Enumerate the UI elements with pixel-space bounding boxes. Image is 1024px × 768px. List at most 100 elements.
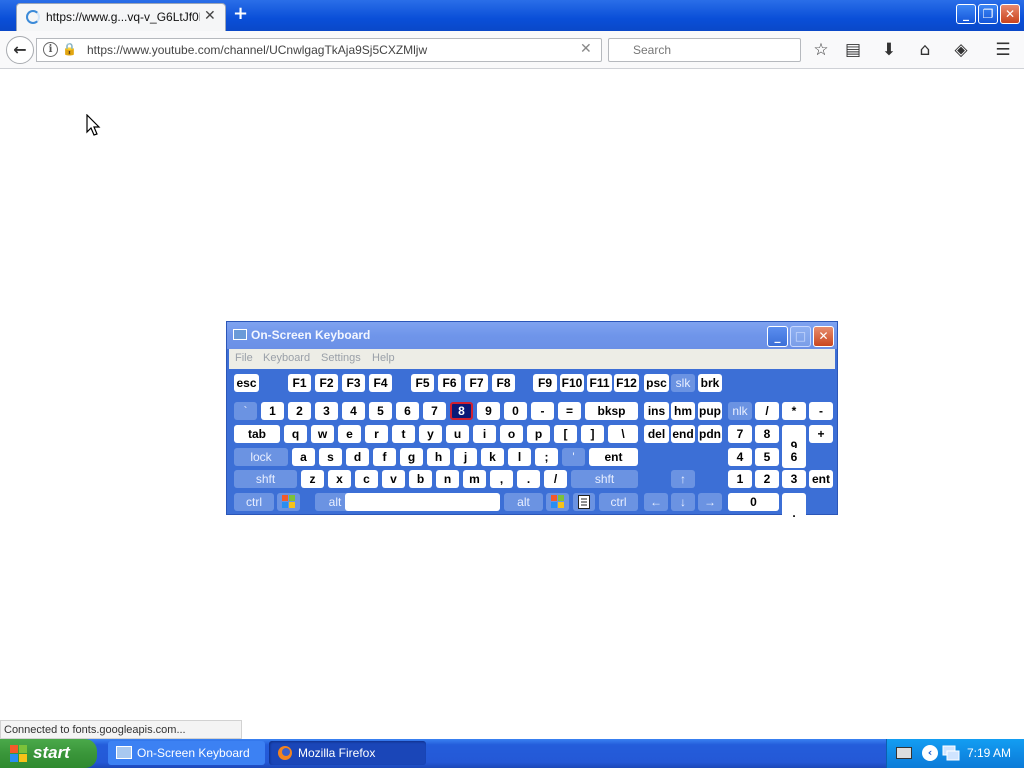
osk-key[interactable]: c — [355, 470, 378, 488]
osk-key[interactable]: * — [782, 402, 806, 420]
osk-key[interactable]: F12 — [614, 374, 639, 392]
show-hidden-icons-icon[interactable]: ‹ — [922, 745, 938, 761]
windows-key-icon[interactable] — [546, 493, 569, 511]
osk-key[interactable]: ↑ — [671, 470, 695, 488]
osk-key[interactable]: ctrl — [599, 493, 638, 511]
menu-settings[interactable]: Settings — [321, 352, 361, 364]
window-close-button[interactable]: ✕ — [1000, 4, 1020, 24]
osk-key[interactable]: m — [463, 470, 486, 488]
osk-key[interactable]: = — [558, 402, 581, 420]
osk-key[interactable]: d — [346, 448, 369, 466]
osk-key[interactable]: F2 — [315, 374, 338, 392]
osk-key[interactable]: 6 — [782, 448, 806, 466]
osk-key[interactable]: F4 — [369, 374, 392, 392]
osk-key[interactable]: \ — [608, 425, 638, 443]
network-icon[interactable] — [942, 745, 960, 761]
osk-key[interactable]: b — [409, 470, 432, 488]
menu-help[interactable]: Help — [372, 352, 395, 364]
osk-key[interactable]: l — [508, 448, 531, 466]
new-tab-button[interactable]: + — [233, 3, 248, 24]
window-minimize-button[interactable]: _ — [956, 4, 976, 24]
osk-key[interactable]: ent — [809, 470, 833, 488]
back-button[interactable]: ← — [6, 36, 34, 64]
osk-key[interactable]: F7 — [465, 374, 488, 392]
osk-key[interactable]: 7 — [423, 402, 446, 420]
osk-key[interactable]: 2 — [755, 470, 779, 488]
osk-key[interactable]: 9 — [477, 402, 500, 420]
osk-key[interactable]: bksp — [585, 402, 638, 420]
osk-key[interactable]: ent — [589, 448, 638, 466]
osk-key[interactable]: / — [755, 402, 779, 420]
osk-key[interactable]: F1 — [288, 374, 311, 392]
bookmark-star-icon[interactable]: ☆ — [810, 40, 832, 62]
osk-key[interactable]: 5 — [755, 448, 779, 466]
osk-key[interactable]: v — [382, 470, 405, 488]
menu-keyboard[interactable]: Keyboard — [263, 352, 310, 364]
osk-key[interactable]: 6 — [396, 402, 419, 420]
menu-file[interactable]: File — [235, 352, 253, 364]
osk-key[interactable]: nlk — [728, 402, 752, 420]
osk-key[interactable]: tab — [234, 425, 280, 443]
stop-loading-icon[interactable]: ✕ — [580, 41, 592, 57]
osk-key[interactable]: 0 — [504, 402, 527, 420]
osk-key[interactable]: → — [698, 493, 722, 511]
pocket-icon[interactable]: ◈ — [950, 40, 972, 62]
osk-key[interactable]: alt — [504, 493, 543, 511]
osk-key[interactable]: brk — [698, 374, 722, 392]
info-icon[interactable]: i — [43, 42, 58, 57]
lock-icon[interactable]: 🔒 — [62, 42, 77, 56]
osk-key[interactable]: j — [454, 448, 477, 466]
start-button[interactable]: start — [0, 739, 97, 768]
osk-key[interactable]: [ — [554, 425, 577, 443]
osk-key[interactable]: ↓ — [671, 493, 695, 511]
osk-key[interactable]: x — [328, 470, 351, 488]
osk-key[interactable]: ' — [562, 448, 585, 466]
osk-key[interactable]: 8 — [755, 425, 779, 443]
osk-key[interactable]: ctrl — [234, 493, 274, 511]
osk-key[interactable]: s — [319, 448, 342, 466]
menu-icon[interactable]: ☰ — [992, 40, 1014, 62]
osk-key[interactable]: F9 — [533, 374, 557, 392]
osk-key[interactable]: h — [427, 448, 450, 466]
osk-key[interactable]: . — [517, 470, 540, 488]
osk-key[interactable]: 8 — [450, 402, 473, 420]
home-icon[interactable]: ⌂ — [914, 40, 936, 62]
window-restore-button[interactable]: ❐ — [978, 4, 998, 24]
osk-key[interactable]: + — [809, 425, 833, 443]
osk-key[interactable]: 3 — [315, 402, 338, 420]
keyboard-tray-icon[interactable] — [896, 747, 912, 759]
taskbar-item-on-screen-keyboard[interactable]: On-Screen Keyboard — [108, 741, 265, 765]
osk-key[interactable]: 1 — [261, 402, 284, 420]
osk-key[interactable]: ` — [234, 402, 257, 420]
osk-key[interactable]: g — [400, 448, 423, 466]
osk-key[interactable]: , — [490, 470, 513, 488]
osk-key[interactable]: 0 — [728, 493, 779, 511]
windows-key-icon[interactable] — [277, 493, 300, 511]
osk-key[interactable]: ; — [535, 448, 558, 466]
osk-key[interactable]: f — [373, 448, 396, 466]
taskbar-item-firefox[interactable]: Mozilla Firefox — [269, 741, 426, 765]
osk-key[interactable]: pdn — [698, 425, 722, 443]
osk-key[interactable]: 2 — [288, 402, 311, 420]
osk-key[interactable]: shft — [234, 470, 297, 488]
osk-key[interactable]: r — [365, 425, 388, 443]
tab-close-icon[interactable]: ✕ — [204, 8, 216, 24]
browser-tab[interactable]: https://www.g...vq-v_G6LtJf0F ✕ — [16, 3, 226, 31]
reading-list-icon[interactable]: ▤ — [842, 40, 864, 62]
osk-key[interactable]: p — [527, 425, 550, 443]
osk-key[interactable]: 4 — [342, 402, 365, 420]
osk-close-button[interactable]: ✕ — [813, 326, 834, 347]
osk-key[interactable]: F3 — [342, 374, 365, 392]
osk-key[interactable]: e — [338, 425, 361, 443]
osk-key[interactable]: ] — [581, 425, 604, 443]
osk-key[interactable]: / — [544, 470, 567, 488]
osk-key[interactable]: t — [392, 425, 415, 443]
osk-key[interactable]: z — [301, 470, 324, 488]
osk-key[interactable]: 7 — [728, 425, 752, 443]
osk-key[interactable]: shft — [571, 470, 638, 488]
osk-key[interactable]: a — [292, 448, 315, 466]
osk-key[interactable]: del — [644, 425, 669, 443]
osk-key[interactable]: esc — [234, 374, 259, 392]
osk-key[interactable]: y — [419, 425, 442, 443]
osk-minimize-button[interactable]: _ — [767, 326, 788, 347]
